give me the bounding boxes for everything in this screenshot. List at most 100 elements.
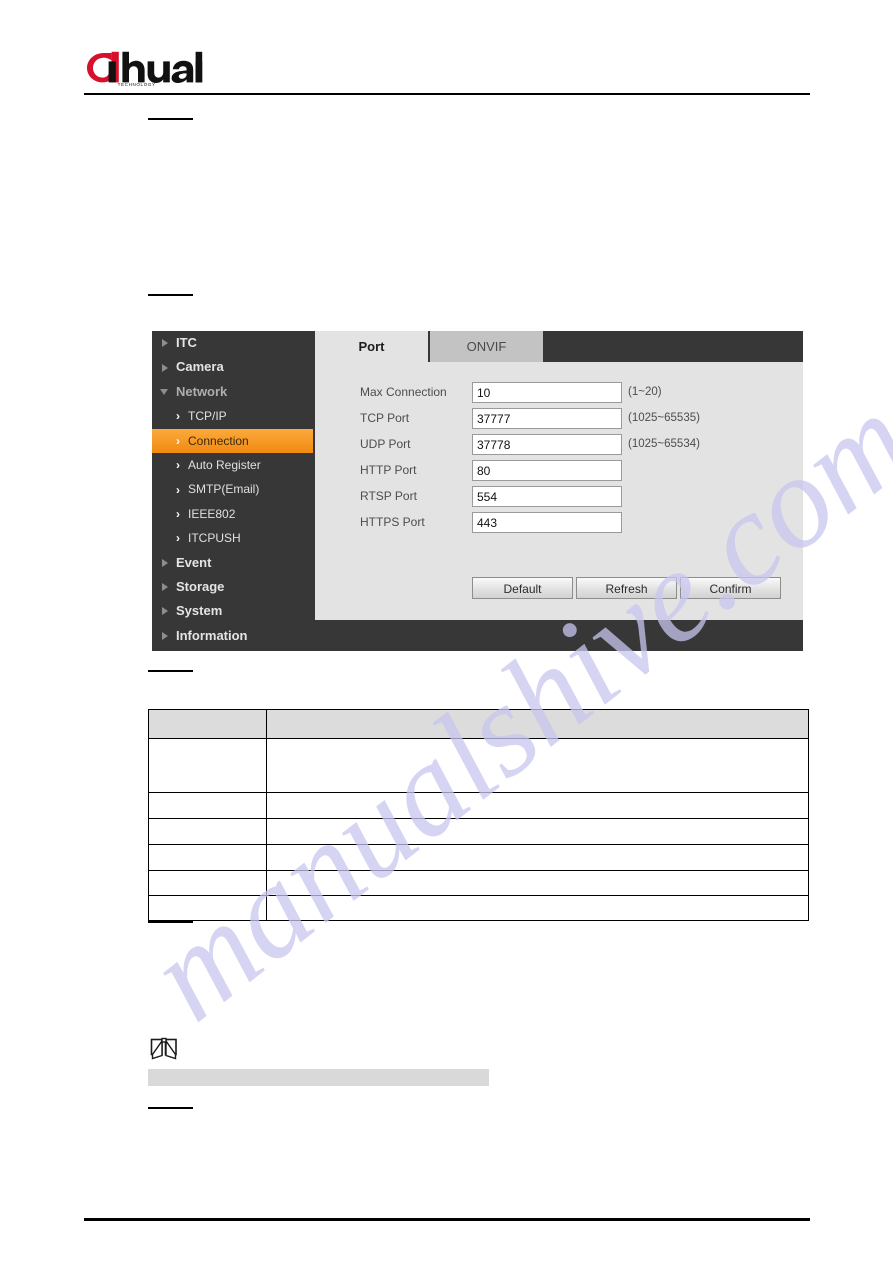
sidebar-item-label: ITC — [176, 335, 197, 350]
table-cell-description — [266, 895, 809, 921]
panel-footer-bar — [315, 620, 803, 651]
footer-rule — [84, 1218, 810, 1221]
chevron-right-icon: › — [176, 531, 180, 546]
table-cell-description — [266, 870, 809, 896]
sidebar-menu: ITC Camera Network › TCP/IP › Connection — [152, 331, 315, 648]
sidebar-item-network[interactable]: Network — [152, 380, 315, 404]
udp-port-label: UDP Port — [360, 437, 411, 451]
field-row-http-port: HTTP Port — [315, 460, 803, 481]
open-book-icon — [150, 1037, 178, 1061]
chevron-right-icon: › — [176, 458, 180, 473]
table-row — [148, 738, 809, 793]
max-connection-hint: (1~20) — [628, 386, 662, 398]
udp-port-hint: (1025~65534) — [628, 438, 700, 450]
table-cell-parameter — [148, 818, 267, 845]
parameter-table — [148, 709, 809, 921]
port-settings-panel: Max Connection (1~20) TCP Port (1025~655… — [315, 362, 803, 620]
document-page: manualshive.com TECHNOLOGY ITC Camera Ne… — [0, 0, 893, 1263]
redacted-heading-4 — [148, 921, 193, 923]
table-row — [148, 895, 809, 921]
table-cell-parameter — [148, 870, 267, 896]
sidebar-item-ieee802[interactable]: › IEEE802 — [152, 502, 315, 526]
sidebar-item-information[interactable]: Information — [152, 624, 315, 648]
table-cell-parameter — [148, 792, 267, 819]
redacted-heading-3 — [148, 670, 193, 672]
confirm-button[interactable]: Confirm — [680, 577, 781, 599]
refresh-button[interactable]: Refresh — [576, 577, 677, 599]
field-row-https-port: HTTPS Port — [315, 512, 803, 533]
sidebar-item-label: ITCPUSH — [188, 531, 241, 546]
table-header-description — [266, 709, 809, 739]
sidebar-item-label: Storage — [176, 578, 225, 594]
sidebar-item-itcpush[interactable]: › ITCPUSH — [152, 526, 315, 550]
header-rule — [84, 93, 810, 95]
sidebar-item-label: Information — [176, 627, 248, 643]
triangle-right-icon — [162, 339, 168, 348]
rtsp-port-label: RTSP Port — [360, 489, 417, 503]
sidebar-item-system[interactable]: System — [152, 599, 315, 623]
device-web-ui: ITC Camera Network › TCP/IP › Connection — [152, 331, 803, 651]
tab-port[interactable]: Port — [315, 331, 428, 362]
default-button[interactable]: Default — [472, 577, 573, 599]
tab-onvif[interactable]: ONVIF — [430, 331, 543, 362]
sidebar-item-label: System — [176, 603, 223, 619]
https-port-input[interactable] — [472, 512, 622, 533]
table-cell-description — [266, 792, 809, 819]
table-row — [148, 844, 809, 871]
tcp-port-input[interactable] — [472, 408, 622, 429]
redacted-heading-2 — [148, 294, 193, 296]
http-port-input[interactable] — [472, 460, 622, 481]
logo-tagline: TECHNOLOGY — [118, 82, 156, 87]
action-button-row: Default Refresh Confirm — [315, 577, 803, 599]
sidebar-item-label: SMTP(Email) — [188, 482, 260, 497]
table-row — [148, 818, 809, 845]
max-connection-label: Max Connection — [360, 385, 447, 399]
note-text-redacted — [148, 1069, 489, 1086]
table-row — [148, 792, 809, 819]
sidebar-item-label: Event — [176, 554, 212, 570]
tcp-port-label: TCP Port — [360, 411, 410, 425]
sidebar-item-camera[interactable]: Camera — [152, 355, 315, 379]
sidebar-item-auto-register[interactable]: › Auto Register — [152, 453, 315, 477]
table-header-parameter — [148, 709, 267, 739]
navigation-sidebar: ITC Camera Network › TCP/IP › Connection — [152, 331, 315, 651]
table-cell-description — [266, 738, 809, 793]
table-cell-parameter — [148, 844, 267, 871]
max-connection-input[interactable] — [472, 382, 622, 403]
sidebar-item-smtp-email[interactable]: › SMTP(Email) — [152, 477, 315, 501]
field-row-rtsp-port: RTSP Port — [315, 486, 803, 507]
triangle-right-icon — [162, 631, 168, 640]
chevron-right-icon: › — [176, 482, 180, 497]
sidebar-item-label: Connection — [188, 433, 249, 448]
sidebar-item-label: Auto Register — [188, 457, 261, 472]
sidebar-item-connection[interactable]: › Connection — [152, 428, 313, 453]
sidebar-item-label: Network — [176, 383, 228, 399]
rtsp-port-input[interactable] — [472, 486, 622, 507]
chevron-right-icon: › — [176, 506, 180, 521]
field-row-udp-port: UDP Port (1025~65534) — [315, 434, 803, 455]
sidebar-item-event[interactable]: Event — [152, 551, 315, 575]
tcp-port-hint: (1025~65535) — [628, 412, 700, 424]
sidebar-item-label: TCP/IP — [188, 409, 227, 424]
chevron-right-icon: › — [176, 433, 180, 448]
dahua-logo: TECHNOLOGY — [84, 48, 204, 88]
udp-port-input[interactable] — [472, 434, 622, 455]
table-cell-description — [266, 844, 809, 871]
sidebar-item-tcpip[interactable]: › TCP/IP — [152, 404, 315, 428]
field-row-tcp-port: TCP Port (1025~65535) — [315, 408, 803, 429]
triangle-right-icon — [162, 363, 168, 372]
tab-bar: Port ONVIF — [315, 331, 803, 362]
https-port-label: HTTPS Port — [360, 515, 425, 529]
redacted-heading-1 — [148, 118, 193, 120]
triangle-right-icon — [162, 558, 168, 567]
sidebar-item-label: IEEE802 — [188, 506, 236, 521]
sidebar-item-storage[interactable]: Storage — [152, 575, 315, 599]
chevron-right-icon: › — [176, 409, 180, 424]
table-cell-description — [266, 818, 809, 845]
triangle-right-icon — [162, 583, 168, 592]
table-row — [148, 870, 809, 896]
redacted-heading-5 — [148, 1107, 193, 1109]
table-header-row — [148, 709, 809, 739]
table-cell-parameter — [148, 895, 267, 921]
sidebar-item-itc[interactable]: ITC — [152, 331, 315, 355]
